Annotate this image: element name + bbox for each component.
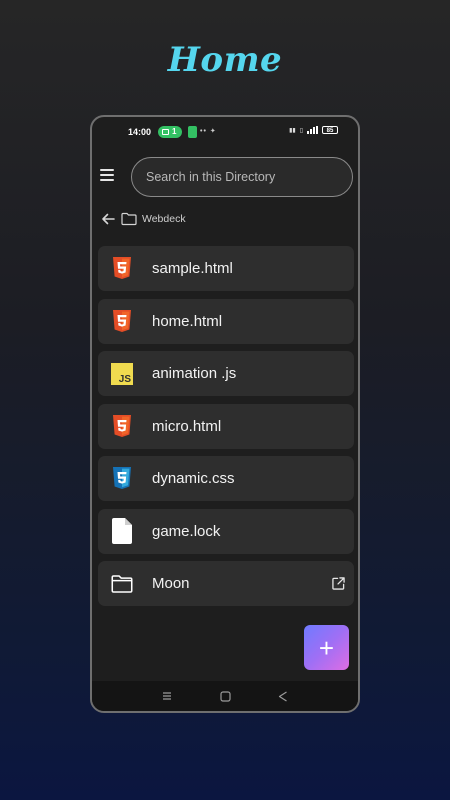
file-row[interactable]: home.html xyxy=(98,298,354,344)
search-bar[interactable] xyxy=(131,157,353,197)
file-row[interactable]: dynamic.css xyxy=(98,456,354,501)
promo-title: Home xyxy=(167,40,283,80)
top-bar xyxy=(92,155,358,199)
file-name: micro.html xyxy=(152,417,222,435)
open-external-icon[interactable] xyxy=(332,577,345,590)
back-arrow-icon[interactable] xyxy=(100,211,116,227)
file-row[interactable]: sample.html xyxy=(98,246,354,291)
cast-icon xyxy=(162,129,169,135)
file-row[interactable]: micro.html xyxy=(98,403,354,449)
home-icon[interactable] xyxy=(218,689,232,703)
html5-icon xyxy=(111,414,133,438)
notification-dots-icon: •• ✦ xyxy=(200,128,217,135)
svg-text:JS: JS xyxy=(119,374,132,385)
file-name: dynamic.css xyxy=(152,470,235,487)
breadcrumb-folder-name[interactable]: Webdeck xyxy=(142,213,186,225)
add-fab-button[interactable]: + xyxy=(304,625,349,670)
file-name: game.lock xyxy=(152,522,221,540)
hotspot-count: 1 xyxy=(172,127,177,136)
file-list: sample.html home.html JS animation .js m… xyxy=(98,246,354,614)
html5-icon xyxy=(111,257,133,281)
system-nav-bar xyxy=(92,681,358,711)
file-name: sample.html xyxy=(152,260,233,277)
signal-icon xyxy=(307,126,318,134)
status-time: 14:00 xyxy=(128,127,152,137)
notification-icon xyxy=(188,126,197,138)
phone-frame: 14:00 1 •• ✦ ▮▮ ▯ 85 Webdeck xyxy=(90,115,360,713)
back-icon[interactable] xyxy=(276,689,290,703)
hotspot-pill: 1 xyxy=(158,126,183,138)
battery-icon: 85 xyxy=(322,126,338,134)
breadcrumb: Webdeck xyxy=(100,209,186,229)
html5-icon xyxy=(111,309,133,333)
hamburger-menu-icon[interactable] xyxy=(100,169,114,181)
search-input[interactable] xyxy=(144,169,343,185)
file-name: animation .js xyxy=(152,365,237,382)
status-indicators: ▮▮ ▯ 85 xyxy=(289,126,338,134)
file-icon xyxy=(111,518,133,544)
file-row[interactable]: JS animation .js xyxy=(98,351,354,396)
folder-row[interactable]: Moon xyxy=(98,561,354,606)
volte-icon: ▯ xyxy=(299,127,303,134)
folder-icon xyxy=(121,212,137,226)
css3-icon xyxy=(111,467,133,491)
javascript-icon: JS xyxy=(111,362,133,386)
recent-apps-icon[interactable] xyxy=(160,689,174,703)
folder-icon xyxy=(111,572,133,596)
file-row[interactable]: game.lock xyxy=(98,508,354,554)
status-bar: 14:00 1 •• ✦ ▮▮ ▯ 85 xyxy=(92,117,358,147)
folder-name: Moon xyxy=(152,575,190,592)
network-speed-icon: ▮▮ xyxy=(289,127,296,134)
file-name: home.html xyxy=(152,312,223,330)
